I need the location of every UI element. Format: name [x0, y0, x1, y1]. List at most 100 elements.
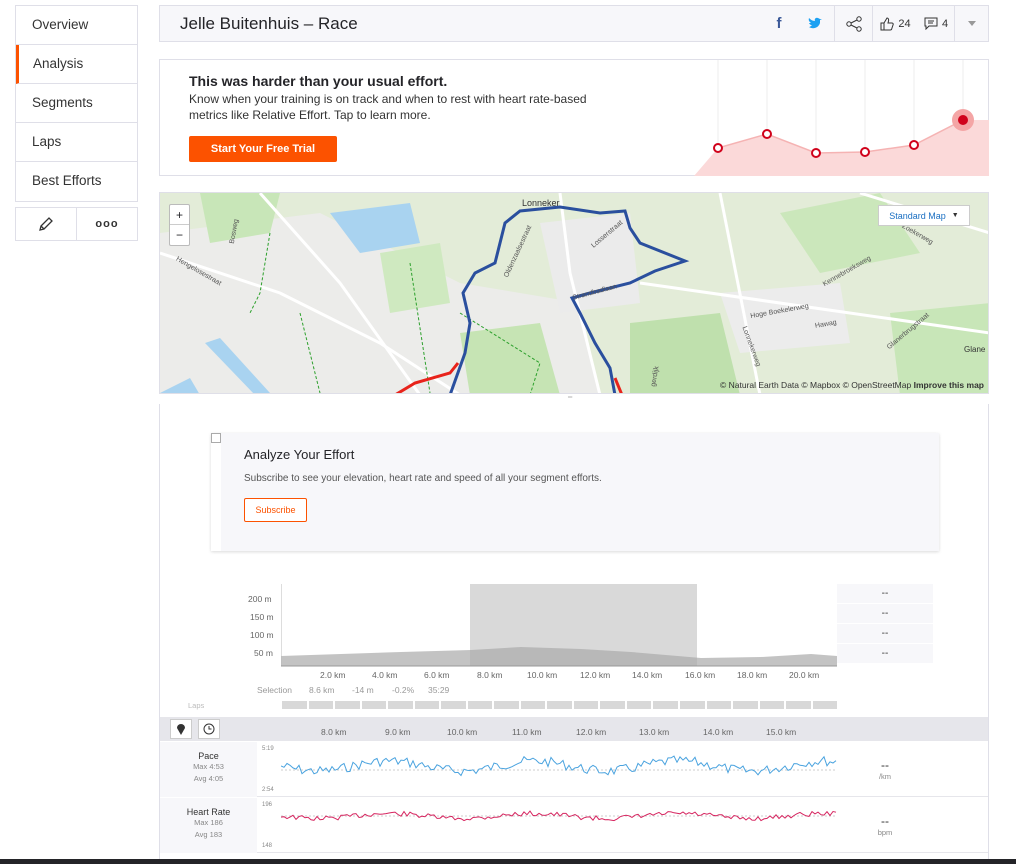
- facebook-share-button[interactable]: f: [762, 6, 796, 41]
- promo-body: Know when your training is on track and …: [189, 92, 587, 122]
- improve-map-link[interactable]: Improve this map: [914, 380, 984, 390]
- map-label-glane: Glane: [964, 345, 986, 354]
- relative-effort-sparkline: [694, 60, 989, 176]
- detail-x-tick: 10.0 km: [447, 727, 478, 737]
- subscribe-button[interactable]: Subscribe: [244, 498, 307, 522]
- effort-point: [762, 129, 772, 139]
- pace-value: --: [881, 758, 889, 772]
- stat-value: --: [837, 644, 933, 664]
- twitter-share-button[interactable]: [796, 6, 834, 41]
- map-resize-handle[interactable]: ═: [568, 395, 578, 401]
- effort-point: [811, 148, 821, 158]
- detail-x-tick: 12.0 km: [576, 727, 607, 737]
- elev-x-tick: 14.0 km: [632, 670, 663, 680]
- elev-x-tick: 4.0 km: [372, 670, 398, 680]
- clock-icon: [203, 723, 215, 735]
- map-style-label: Standard Map: [889, 210, 946, 221]
- map-label-lonneker: Lonneker: [522, 198, 560, 208]
- metric-name: Pace: [198, 751, 219, 761]
- sidebar-item-analysis[interactable]: Analysis: [16, 45, 137, 84]
- more-dots-icon: ooo: [95, 218, 119, 230]
- more-options-button[interactable]: ooo: [77, 208, 137, 240]
- detail-x-tick: 15.0 km: [766, 727, 797, 737]
- pencil-icon: [39, 217, 53, 231]
- elev-y-tick: 50 m: [254, 648, 273, 658]
- selection-label: Selection: [257, 685, 292, 695]
- metric-max: Max 4:53: [193, 762, 224, 771]
- detail-x-tick: 11.0 km: [512, 727, 542, 737]
- sidebar-item-best-efforts[interactable]: Best Efforts: [16, 162, 137, 201]
- laps-label: Laps: [188, 701, 205, 710]
- sidebar-item-segments[interactable]: Segments: [16, 84, 137, 123]
- activity-header: Jelle Buitenhuis – Race f 24 4: [159, 5, 989, 42]
- chart-toolbar: 8.0 km 9.0 km 10.0 km 11.0 km 12.0 km 13…: [160, 717, 988, 741]
- thumbs-up-icon: [880, 16, 895, 30]
- heart-rate-unit: bpm: [877, 828, 893, 837]
- facebook-icon: f: [776, 15, 782, 32]
- hr-axis-bottom: 148: [262, 843, 273, 849]
- page-bottom-bar: [0, 859, 1016, 864]
- selection-distance: 8.6 km: [309, 685, 335, 695]
- attribution-text: © Natural Earth Data © Mapbox © OpenStre…: [719, 380, 912, 390]
- map-pin-icon: [177, 724, 185, 735]
- stat-value: --: [837, 604, 933, 624]
- elevation-chart[interactable]: [281, 584, 841, 669]
- edit-button[interactable]: [16, 208, 77, 240]
- pace-axis-bottom: 2:54: [262, 787, 274, 793]
- zoom-out-button[interactable]: −: [170, 225, 189, 245]
- metric-name: Heart Rate: [186, 807, 231, 817]
- selection-time: 35:29: [428, 685, 450, 695]
- elev-x-tick: 20.0 km: [789, 670, 820, 680]
- detail-x-tick: 14.0 km: [703, 727, 734, 737]
- kudos-count: 24: [898, 17, 911, 30]
- metric-max: Max 186: [194, 818, 223, 827]
- map-attribution: © Natural Earth Data © Mapbox © OpenStre…: [720, 380, 984, 390]
- detail-x-tick: 9.0 km: [385, 727, 411, 737]
- elev-y-tick: 200 m: [248, 594, 272, 604]
- hr-axis-top: 196: [262, 802, 273, 808]
- sidebar-item-overview[interactable]: Overview: [16, 6, 137, 45]
- page-title: Jelle Buitenhuis – Race: [180, 13, 358, 33]
- show-location-button[interactable]: [170, 719, 192, 739]
- kudos-button[interactable]: 24: [872, 6, 918, 41]
- effort-point-current: [958, 115, 968, 125]
- zoom-in-button[interactable]: +: [170, 205, 189, 225]
- heart-rate-label: Heart Rate Max 186 Avg 183: [160, 798, 257, 853]
- elev-x-tick: 8.0 km: [477, 670, 503, 680]
- chevron-down-icon: [967, 20, 976, 26]
- stat-value: --: [837, 624, 933, 644]
- actions-dropdown-button[interactable]: [954, 6, 988, 41]
- sidebar-nav: Overview Analysis Segments Laps Best Eff…: [15, 5, 138, 202]
- route-map[interactable]: Lonneker Glane Hoge Boekelerweg Hawag Bo…: [159, 192, 989, 394]
- metric-avg: Avg 4:05: [193, 774, 224, 783]
- sidebar-item-laps[interactable]: Laps: [16, 123, 137, 162]
- time-axis-button[interactable]: [198, 719, 220, 739]
- elev-y-tick: 150 m: [250, 612, 274, 622]
- pace-label: Pace Max 4:53 Avg 4:05: [160, 742, 257, 797]
- stat-value: --: [837, 584, 933, 604]
- elevation-stats: -- -- -- --: [837, 584, 933, 664]
- heart-rate-readout: -- bpm: [837, 798, 933, 853]
- comments-button[interactable]: 4: [918, 6, 954, 41]
- pace-axis-top: 5:19: [262, 746, 274, 752]
- heart-rate-value: --: [881, 814, 889, 828]
- map-zoom-control: + −: [169, 204, 190, 246]
- pace-chart[interactable]: [281, 742, 841, 797]
- start-free-trial-button[interactable]: Start Your Free Trial: [189, 136, 337, 162]
- share-icon: [845, 15, 862, 32]
- elev-x-tick: 16.0 km: [685, 670, 716, 680]
- broken-image-icon: [211, 433, 221, 443]
- caret-down-icon: ▼: [951, 212, 959, 219]
- share-button[interactable]: [834, 6, 872, 41]
- heart-rate-metric-row: Heart Rate Max 186 Avg 183 196 148 -- bp…: [160, 798, 988, 853]
- upsell-body: Subscribe to see your elevation, heart r…: [244, 473, 602, 484]
- pace-metric-row: Pace Max 4:53 Avg 4:05 5:19 2:54 -- /km: [160, 742, 988, 797]
- relative-effort-promo: This was harder than your usual effort. …: [159, 59, 989, 176]
- detail-x-tick: 8.0 km: [321, 727, 347, 737]
- elev-x-tick: 18.0 km: [737, 670, 768, 680]
- elev-x-tick: 10.0 km: [527, 670, 558, 680]
- laps-bar[interactable]: [282, 701, 838, 709]
- selection-grade: -0.2%: [392, 685, 415, 695]
- map-style-select[interactable]: Standard Map ▼: [878, 205, 970, 226]
- heart-rate-chart[interactable]: [281, 798, 841, 853]
